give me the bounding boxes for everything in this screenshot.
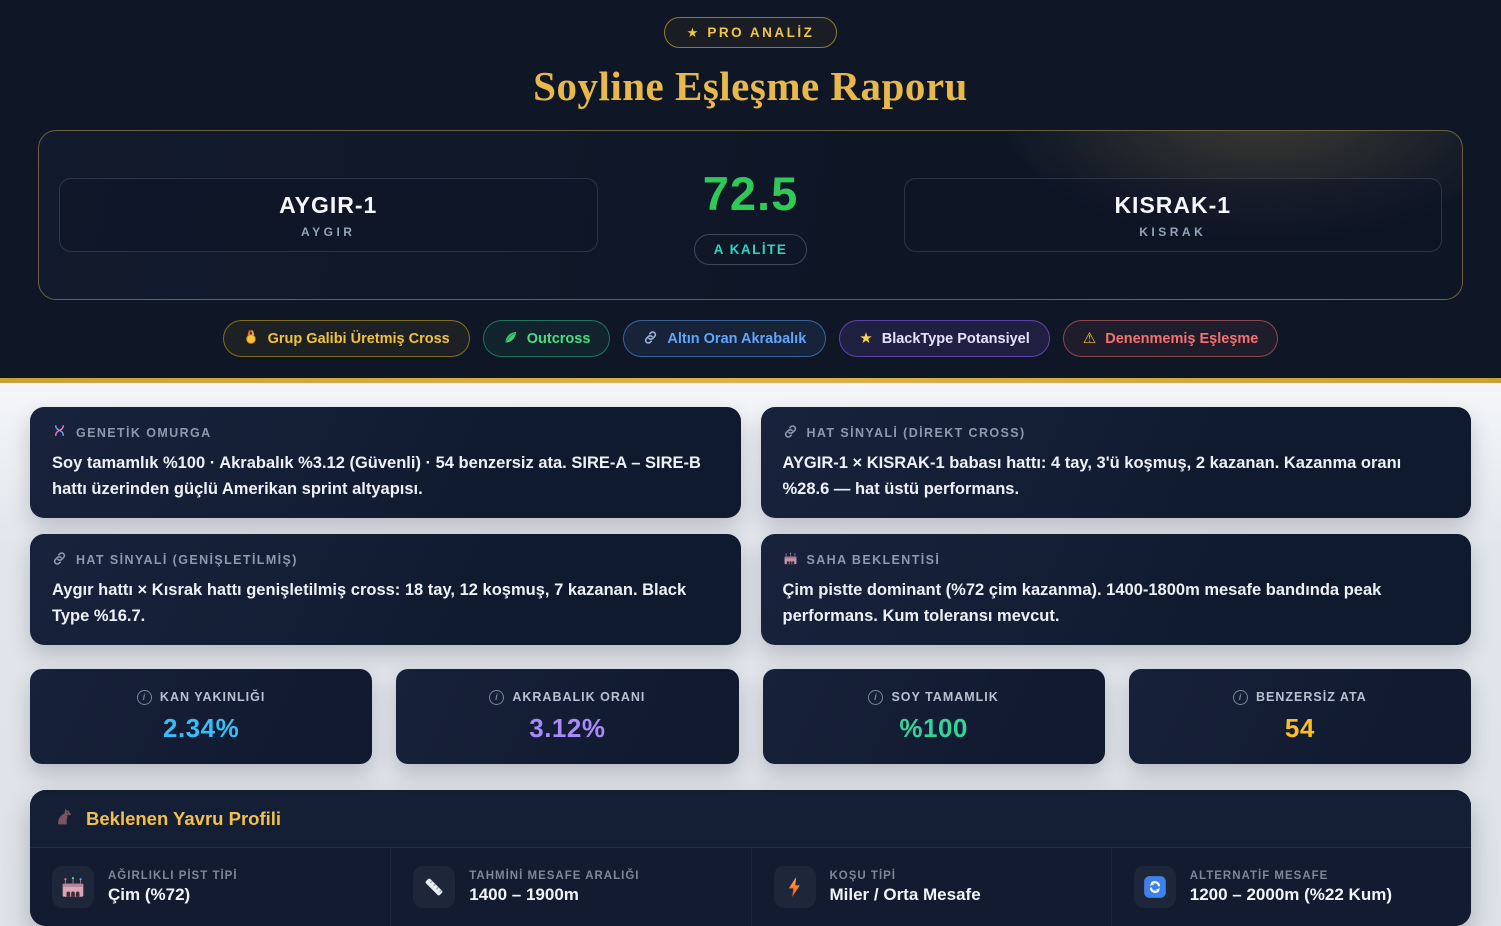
tag-outcross: Outcross bbox=[483, 320, 611, 357]
stadium-icon bbox=[783, 551, 798, 569]
info-icon[interactable]: i bbox=[137, 690, 152, 705]
insight-body: Aygır hattı × Kısrak hattı genişletilmiş… bbox=[52, 578, 719, 629]
link-icon bbox=[52, 551, 67, 569]
stat-value: %100 bbox=[899, 713, 968, 744]
foal-profile-card: Beklenen Yavru Profili AĞIRLIKLI PİST Tİ… bbox=[30, 790, 1471, 926]
dam-role: KISRAK bbox=[1139, 225, 1206, 239]
match-summary-card: AYGIR-1 AYGIR 72.5 A KALİTE KISRAK-1 KIS… bbox=[38, 130, 1463, 300]
insight-line-signal-direct: HAT SİNYALİ (DİREKT CROSS) AYGIR-1 × KIS… bbox=[761, 407, 1472, 518]
profile-title: Beklenen Yavru Profili bbox=[86, 808, 281, 830]
stat-blood-proximity: i KAN YAKINLIĞI 2.34% bbox=[30, 669, 372, 764]
report-header: ★ PRO ANALİZ Soyline Eşleşme Raporu AYGI… bbox=[0, 0, 1501, 378]
stats-grid: i KAN YAKINLIĞI 2.34% i AKRABALIK ORANI … bbox=[30, 669, 1471, 764]
pro-badge: ★ PRO ANALİZ bbox=[664, 17, 838, 48]
report-body: GENETİK OMURGA Soy tamamlık %100 · Akrab… bbox=[0, 383, 1501, 926]
pro-badge-label: PRO ANALİZ bbox=[707, 25, 814, 40]
insight-title: SAHA BEKLENTİSİ bbox=[807, 553, 941, 567]
horse-icon bbox=[54, 806, 75, 832]
bolt-icon bbox=[774, 866, 816, 908]
cell-label: AĞIRLIKLI PİST TİPİ bbox=[108, 870, 238, 882]
sire-role: AYGIR bbox=[301, 225, 355, 239]
stat-label: KAN YAKINLIĞI bbox=[160, 690, 265, 704]
cell-value: 1400 – 1900m bbox=[469, 885, 639, 905]
info-icon[interactable]: i bbox=[1233, 690, 1248, 705]
tag-label: Outcross bbox=[527, 331, 591, 347]
stat-value: 54 bbox=[1285, 713, 1315, 744]
cell-label: KOŞU TİPİ bbox=[830, 870, 981, 882]
stat-value: 2.34% bbox=[163, 713, 239, 744]
sire-name: AYGIR-1 bbox=[279, 192, 377, 219]
insight-line-signal-extended: HAT SİNYALİ (GENİŞLETİLMİŞ) Aygır hattı … bbox=[30, 534, 741, 645]
cell-value: Çim (%72) bbox=[108, 885, 238, 905]
dam-card: KISRAK-1 KISRAK bbox=[904, 178, 1443, 252]
stat-inbreeding-ratio: i AKRABALIK ORANI 3.12% bbox=[396, 669, 738, 764]
tag-golden-ratio: Altın Oran Akrabalık bbox=[623, 320, 826, 357]
insight-title: GENETİK OMURGA bbox=[76, 426, 212, 440]
cell-distance-range: TAHMİNİ MESAFE ARALIĞI 1400 – 1900m bbox=[390, 848, 750, 926]
stat-pedigree-completeness: i SOY TAMAMLIK %100 bbox=[763, 669, 1105, 764]
tag-group-winner-cross: Grup Galibi Üretmiş Cross bbox=[223, 320, 470, 357]
cell-value: 1200 – 2000m (%22 Kum) bbox=[1190, 885, 1392, 905]
profile-cells: AĞIRLIKLI PİST TİPİ Çim (%72) TAHMİNİ ME… bbox=[30, 848, 1471, 926]
cell-surface-type: AĞIRLIKLI PİST TİPİ Çim (%72) bbox=[30, 848, 390, 926]
score-block: 72.5 A KALİTE bbox=[598, 166, 904, 265]
dna-icon bbox=[52, 424, 67, 442]
tag-untested-match: ⚠ Denenmemiş Eşleşme bbox=[1063, 320, 1279, 357]
star-icon: ★ bbox=[859, 331, 872, 346]
insight-track-expectation: SAHA BEKLENTİSİ Çim pistte dominant (%72… bbox=[761, 534, 1472, 645]
stadium-icon bbox=[52, 866, 94, 908]
tag-label: Altın Oran Akrabalık bbox=[667, 331, 806, 347]
stat-label: AKRABALIK ORANI bbox=[512, 690, 645, 704]
insight-body: Çim pistte dominant (%72 çim kazanma). 1… bbox=[783, 578, 1450, 629]
insight-body: AYGIR-1 × KISRAK-1 babası hattı: 4 tay, … bbox=[783, 451, 1450, 502]
stat-unique-ancestors: i BENZERSİZ ATA 54 bbox=[1129, 669, 1471, 764]
cell-alternative-distance: ALTERNATİF MESAFE 1200 – 2000m (%22 Kum) bbox=[1111, 848, 1471, 926]
link-icon bbox=[643, 330, 658, 348]
tag-blacktype-potential: ★ BlackType Potansiyel bbox=[839, 320, 1049, 357]
cell-label: ALTERNATİF MESAFE bbox=[1190, 870, 1392, 882]
insights-grid: GENETİK OMURGA Soy tamamlık %100 · Akrab… bbox=[30, 407, 1471, 645]
cell-label: TAHMİNİ MESAFE ARALIĞI bbox=[469, 870, 639, 882]
tags-row: Grup Galibi Üretmiş Cross Outcross Altın… bbox=[38, 320, 1463, 357]
insight-title: HAT SİNYALİ (GENİŞLETİLMİŞ) bbox=[76, 553, 298, 567]
refresh-icon bbox=[1134, 866, 1176, 908]
insight-genetic-backbone: GENETİK OMURGA Soy tamamlık %100 · Akrab… bbox=[30, 407, 741, 518]
stat-value: 3.12% bbox=[529, 713, 605, 744]
warning-icon: ⚠ bbox=[1083, 331, 1096, 346]
dam-name: KISRAK-1 bbox=[1114, 192, 1231, 219]
link-icon bbox=[783, 424, 798, 442]
info-icon[interactable]: i bbox=[489, 690, 504, 705]
medal-icon bbox=[243, 329, 259, 348]
tag-label: Denenmemiş Eşleşme bbox=[1105, 331, 1258, 347]
herb-icon bbox=[503, 330, 518, 348]
ruler-icon bbox=[413, 866, 455, 908]
stat-label: BENZERSİZ ATA bbox=[1256, 690, 1367, 704]
insight-title: HAT SİNYALİ (DİREKT CROSS) bbox=[807, 426, 1026, 440]
cell-value: Miler / Orta Mesafe bbox=[830, 885, 981, 905]
grade-badge: A KALİTE bbox=[694, 234, 808, 265]
insight-body: Soy tamamlık %100 · Akrabalık %3.12 (Güv… bbox=[52, 451, 719, 502]
stat-label: SOY TAMAMLIK bbox=[891, 690, 998, 704]
info-icon[interactable]: i bbox=[868, 690, 883, 705]
tag-label: Grup Galibi Üretmiş Cross bbox=[268, 331, 450, 347]
page-title: Soyline Eşleşme Raporu bbox=[38, 62, 1463, 110]
sire-card: AYGIR-1 AYGIR bbox=[59, 178, 598, 252]
star-icon: ★ bbox=[687, 26, 699, 39]
cell-race-type: KOŞU TİPİ Miler / Orta Mesafe bbox=[751, 848, 1111, 926]
tag-label: BlackType Potansiyel bbox=[882, 331, 1030, 347]
match-score: 72.5 bbox=[703, 166, 798, 221]
